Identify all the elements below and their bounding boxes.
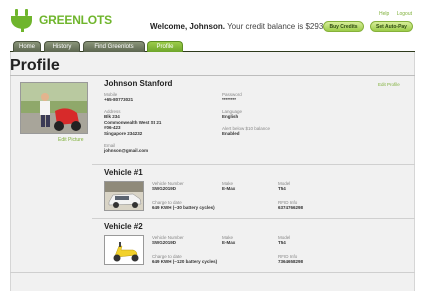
make-value: E-Max bbox=[222, 186, 236, 191]
page-title: Profile bbox=[10, 57, 60, 74]
profile-name: Johnson Stanford bbox=[104, 79, 173, 88]
model-value: T54 bbox=[278, 186, 286, 191]
divider bbox=[92, 164, 415, 165]
tab-profile[interactable]: Profile bbox=[147, 41, 183, 52]
vehicle-title: Vehicle #2 bbox=[104, 222, 143, 231]
welcome-greeting: Welcome, Johnson. bbox=[150, 22, 225, 31]
email-value: johnson@gmail.com bbox=[104, 148, 149, 153]
avatar bbox=[20, 82, 88, 134]
model-value: T54 bbox=[278, 240, 286, 245]
mobile-value: +65-80773021 bbox=[104, 97, 134, 102]
vehicle-number-value: SWG2019D bbox=[152, 186, 177, 191]
main-nav: Home History Find Greenlots Profile bbox=[10, 40, 415, 52]
help-link[interactable]: Help bbox=[379, 11, 389, 17]
tab-home[interactable]: Home bbox=[13, 41, 41, 52]
plug-icon bbox=[11, 9, 32, 32]
profile-photo bbox=[21, 83, 87, 133]
top-links: Help Logout bbox=[373, 11, 412, 17]
divider bbox=[92, 218, 415, 219]
car-image bbox=[105, 182, 143, 210]
credit-balance-text: Your credit balance is $293.08 bbox=[227, 22, 335, 31]
charge-value: 649 KWH (~120 battery cycles) bbox=[152, 259, 218, 264]
charge-value: 649 KWH (~30 battery cycles) bbox=[152, 205, 215, 210]
address-line: Singapore 234232 bbox=[104, 130, 143, 136]
scooter-image bbox=[105, 236, 143, 264]
password-value: ******** bbox=[222, 97, 237, 102]
rfid-value: 6374766298 bbox=[278, 205, 304, 210]
divider bbox=[10, 272, 415, 273]
welcome-message: Welcome, Johnson. Your credit balance is… bbox=[150, 22, 334, 31]
buy-credits-button[interactable]: Buy Credits bbox=[323, 21, 364, 32]
divider bbox=[10, 75, 415, 76]
tab-history[interactable]: History bbox=[44, 41, 80, 52]
brand-name: GREENLOTS bbox=[39, 13, 112, 27]
set-auto-pay-button[interactable]: Set Auto-Pay bbox=[370, 21, 413, 32]
vehicle-photo bbox=[104, 181, 144, 211]
edit-picture-link[interactable]: Edit Picture bbox=[58, 137, 84, 143]
logout-link[interactable]: Logout bbox=[397, 11, 412, 17]
rfid-value: 7364658298 bbox=[278, 259, 304, 264]
alert-value: Enabled bbox=[222, 131, 240, 136]
vehicle-number-value: SWG2019D bbox=[152, 240, 177, 245]
edit-profile-link[interactable]: Edit Profile bbox=[378, 82, 400, 87]
brand-logo[interactable]: GREENLOTS bbox=[8, 8, 112, 32]
vehicle-photo bbox=[104, 235, 144, 265]
language-value: English bbox=[222, 114, 239, 119]
tab-find-greenlots[interactable]: Find Greenlots bbox=[83, 41, 145, 52]
vehicle-title: Vehicle #1 bbox=[104, 168, 143, 177]
make-value: E-Max bbox=[222, 240, 236, 245]
